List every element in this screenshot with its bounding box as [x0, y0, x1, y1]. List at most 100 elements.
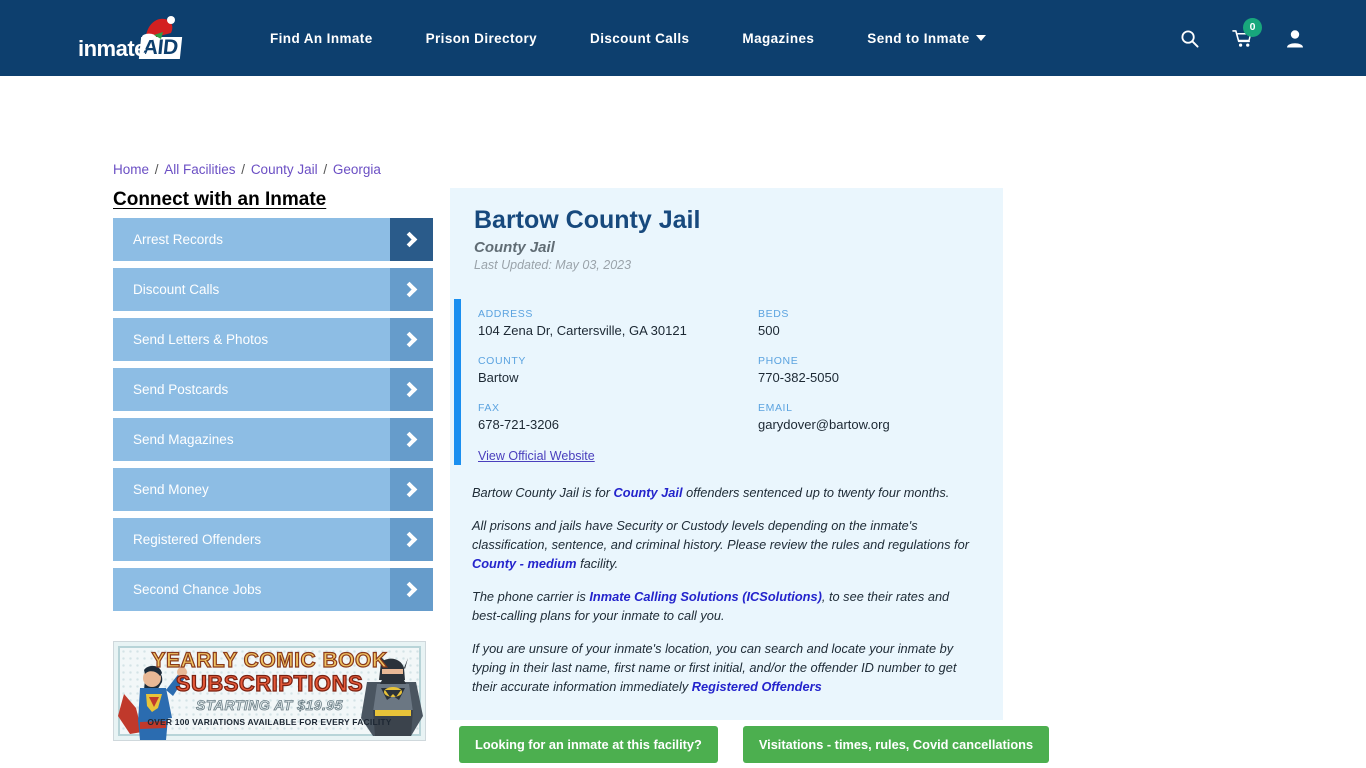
accent-bar: [454, 299, 461, 465]
facility-type: County Jail: [474, 239, 555, 256]
facility-info-block: ADDRESS 104 Zena Dr, Cartersville, GA 30…: [450, 299, 1003, 483]
info-value: 104 Zena Dr, Cartersville, GA 30121: [478, 323, 687, 338]
sidebar-item-discount-calls[interactable]: Discount Calls: [113, 268, 433, 311]
looking-for-inmate-button[interactable]: Looking for an inmate at this facility?: [459, 726, 718, 763]
desc-text: Bartow County Jail is for: [472, 485, 614, 500]
info-value: 678-721-3206: [478, 417, 559, 432]
nav-item-find-an-inmate[interactable]: Find An Inmate: [270, 31, 373, 46]
sidebar-item-label: Send Money: [133, 482, 209, 497]
chevron-right-icon: [390, 418, 433, 461]
desc-text: facility.: [576, 556, 619, 571]
sidebar-item-registered-offenders[interactable]: Registered Offenders: [113, 518, 433, 561]
breadcrumb-item-georgia[interactable]: Georgia: [333, 162, 381, 177]
link-icsolutions[interactable]: Inmate Calling Solutions (ICSolutions): [589, 589, 821, 604]
visitations-info-button[interactable]: Visitations - times, rules, Covid cancel…: [742, 726, 1050, 763]
cart-count-badge: 0: [1243, 17, 1262, 37]
logo-text-inmate: inmate: [78, 36, 146, 61]
desc-text: All prisons and jails have Security or C…: [472, 518, 969, 552]
site-logo[interactable]: inmate AID: [78, 16, 194, 60]
sidebar-item-label: Arrest Records: [133, 232, 224, 247]
page-title: Bartow County Jail: [474, 206, 701, 234]
nav-item-magazines[interactable]: Magazines: [742, 31, 814, 46]
nav-label: Prison Directory: [425, 30, 538, 46]
description-paragraph-4: If you are unsure of your inmate's locat…: [472, 639, 981, 696]
nav-label: Magazines: [742, 30, 815, 46]
comic-book-subscription-ad[interactable]: YEARLY COMIC BOOK SUBSCRIPTIONS STARTING…: [113, 641, 426, 741]
top-navigation-bar: inmate AID Find An Inmate Prison Directo…: [0, 0, 1366, 76]
info-value: 770-382-5050: [758, 370, 839, 385]
view-official-website-link[interactable]: View Official Website: [478, 449, 595, 463]
sidebar-item-send-magazines[interactable]: Send Magazines: [113, 418, 433, 461]
breadcrumb: Home / All Facilities / County Jail / Ge…: [113, 162, 381, 177]
info-value: garydover@bartow.org: [758, 417, 890, 432]
sidebar-item-send-letters-photos[interactable]: Send Letters & Photos: [113, 318, 433, 361]
nav-item-prison-directory[interactable]: Prison Directory: [426, 31, 537, 46]
santa-hat-icon: [142, 16, 175, 40]
nav-label: Find An Inmate: [270, 30, 373, 46]
info-label: BEDS: [758, 308, 789, 320]
ad-line-1: YEARLY COMIC BOOK: [151, 648, 388, 672]
facility-description: Bartow County Jail is for County Jail of…: [450, 483, 1003, 696]
sidebar-item-send-money[interactable]: Send Money: [113, 468, 433, 511]
nav-label: Discount Calls: [590, 30, 690, 46]
sidebar-item-label: Registered Offenders: [133, 532, 262, 547]
sidebar-item-send-postcards[interactable]: Send Postcards: [113, 368, 433, 411]
info-label: FAX: [478, 402, 500, 414]
link-registered-offenders[interactable]: Registered Offenders: [692, 679, 822, 694]
sidebar-item-second-chance-jobs[interactable]: Second Chance Jobs: [113, 568, 433, 611]
description-paragraph-1: Bartow County Jail is for County Jail of…: [472, 483, 981, 502]
info-field-fax: FAX 678-721-3206: [478, 402, 758, 432]
sidebar-item-label: Send Magazines: [133, 432, 234, 447]
sidebar-item-label: Send Letters & Photos: [133, 332, 269, 347]
sidebar-heading: Connect with an Inmate: [113, 189, 327, 210]
nav-item-send-to-inmate[interactable]: Send to Inmate: [867, 30, 986, 46]
main-menu: Find An Inmate Prison Directory Discount…: [270, 31, 1039, 46]
breadcrumb-separator: /: [319, 162, 331, 177]
nav-item-discount-calls[interactable]: Discount Calls: [590, 31, 689, 46]
desc-text: offenders sentenced up to twenty four mo…: [682, 485, 950, 500]
info-label: COUNTY: [478, 355, 526, 367]
header-action-icons: 0: [1180, 0, 1304, 76]
info-value: Bartow: [478, 370, 519, 385]
info-field-address: ADDRESS 104 Zena Dr, Cartersville, GA 30…: [478, 308, 758, 338]
info-value: 500: [758, 323, 780, 338]
ad-line-4: OVER 100 VARIATIONS AVAILABLE FOR EVERY …: [147, 717, 392, 727]
description-paragraph-3: The phone carrier is Inmate Calling Solu…: [472, 587, 981, 625]
ad-line-3: STARTING AT $19.95: [196, 697, 343, 714]
chevron-right-icon: [390, 368, 433, 411]
chevron-right-icon: [390, 268, 433, 311]
sidebar-item-label: Discount Calls: [133, 282, 220, 297]
info-field-beds: BEDS 500: [758, 308, 1003, 338]
cart-icon[interactable]: 0: [1232, 17, 1262, 48]
desc-text: The phone carrier is: [472, 589, 590, 604]
cta-button-row: Looking for an inmate at this facility? …: [450, 726, 1050, 763]
sidebar-item-arrest-records[interactable]: Arrest Records: [113, 218, 433, 261]
sidebar-item-label: Send Postcards: [133, 382, 229, 397]
breadcrumb-separator: /: [237, 162, 249, 177]
description-paragraph-2: All prisons and jails have Security or C…: [472, 516, 981, 573]
user-account-icon[interactable]: [1286, 29, 1304, 48]
nav-label: Send to Inmate: [867, 30, 970, 46]
last-updated-text: Last Updated: May 03, 2023: [474, 258, 632, 272]
breadcrumb-item-home[interactable]: Home: [113, 162, 149, 177]
link-county-medium[interactable]: County - medium: [472, 556, 577, 571]
info-field-county: COUNTY Bartow: [478, 355, 758, 385]
ad-line-2: SUBSCRIPTIONS: [175, 670, 364, 696]
breadcrumb-separator: /: [151, 162, 163, 177]
info-label: ADDRESS: [478, 308, 533, 320]
info-label: EMAIL: [758, 402, 793, 414]
chevron-right-icon: [390, 518, 433, 561]
search-icon[interactable]: [1180, 29, 1199, 48]
link-county-jail[interactable]: County Jail: [614, 485, 683, 500]
breadcrumb-item-all-facilities[interactable]: All Facilities: [164, 162, 235, 177]
facility-detail-panel: Bartow County Jail County Jail Last Upda…: [450, 188, 1003, 720]
chevron-down-icon: [975, 35, 986, 41]
chevron-right-icon: [390, 568, 433, 611]
info-label: PHONE: [758, 355, 799, 367]
info-field-email: EMAIL garydover@bartow.org: [758, 402, 1003, 432]
breadcrumb-item-county-jail[interactable]: County Jail: [251, 162, 318, 177]
sidebar-nav: Arrest Records Discount Calls Send Lette…: [113, 218, 433, 618]
info-field-phone: PHONE 770-382-5050: [758, 355, 1003, 385]
sidebar-item-label: Second Chance Jobs: [133, 582, 262, 597]
chevron-right-icon: [390, 318, 433, 361]
